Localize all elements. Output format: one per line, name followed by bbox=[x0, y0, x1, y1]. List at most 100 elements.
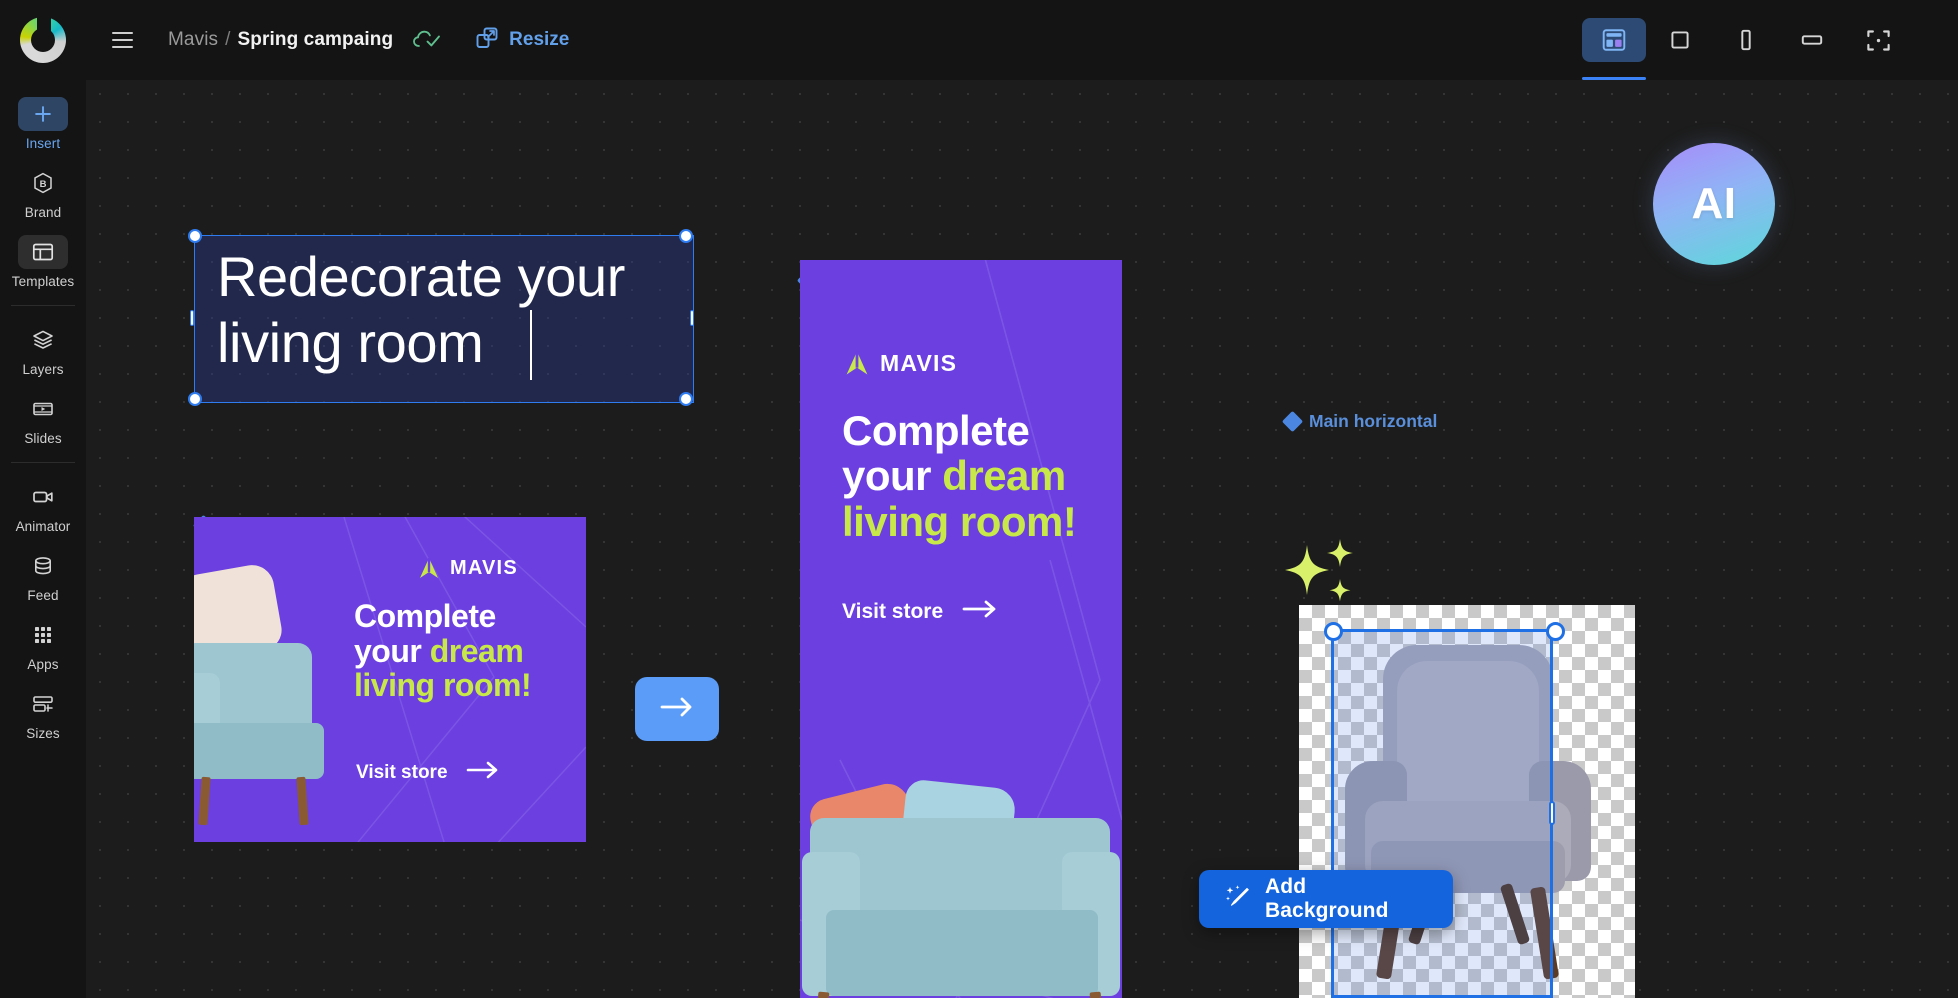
design-canvas[interactable]: Redecorate your living room Main square bbox=[86, 80, 1958, 998]
artboard-label-main-horizontal[interactable]: Main horizontal bbox=[1281, 410, 1438, 433]
resize-handle-right-middle[interactable] bbox=[690, 310, 694, 326]
view-mode-tabs bbox=[1582, 0, 1958, 80]
sidebar-divider bbox=[11, 305, 75, 306]
mavis-a-mark-icon bbox=[842, 348, 872, 378]
sidebar-item-label: Sizes bbox=[26, 726, 60, 741]
add-background-button[interactable]: Add Background bbox=[1199, 870, 1453, 928]
vertical-headline-line2-prefix: your bbox=[842, 452, 943, 500]
breadcrumb-current[interactable]: Spring campaing bbox=[238, 29, 394, 51]
square-card-brand-name: MAVIS bbox=[450, 556, 518, 579]
database-feed-icon bbox=[18, 549, 68, 583]
sidebar-item-insert[interactable]: Insert bbox=[0, 92, 86, 155]
image-resize-handle-top-left[interactable] bbox=[1324, 622, 1343, 641]
magic-wand-icon bbox=[1225, 884, 1251, 915]
vertical-card-brand: MAVIS bbox=[842, 348, 957, 378]
vertical-headline-line2-accent: dream bbox=[942, 452, 1066, 500]
resize-handle-left-middle[interactable] bbox=[190, 310, 194, 326]
image-resize-handle-right-middle[interactable] bbox=[1549, 801, 1555, 825]
selection-rectangle[interactable] bbox=[1331, 629, 1553, 998]
sidebar-item-label: Brand bbox=[24, 205, 62, 220]
brand-hexagon-b-icon: B bbox=[18, 166, 68, 200]
sidebar-item-layers[interactable]: Layers bbox=[0, 318, 86, 381]
hamburger-menu-icon[interactable] bbox=[102, 20, 142, 60]
arrow-right-icon bbox=[466, 760, 500, 785]
sidebar-item-brand[interactable]: B Brand bbox=[0, 161, 86, 224]
sidebar-item-label: Slides bbox=[24, 431, 62, 446]
resize-button[interactable]: Resize bbox=[471, 21, 573, 60]
resize-handle-top-right[interactable] bbox=[679, 229, 693, 243]
sidebar-item-feed[interactable]: Feed bbox=[0, 544, 86, 607]
resize-icon bbox=[475, 26, 499, 55]
ai-assistant-badge[interactable]: AI bbox=[1653, 143, 1775, 265]
tab-horizontal[interactable] bbox=[1780, 18, 1844, 62]
headline-text-editor[interactable]: Redecorate your living room bbox=[194, 235, 694, 403]
templates-layout-icon bbox=[18, 235, 68, 269]
vertical-cta-label: Visit store bbox=[842, 599, 944, 623]
sidebar-item-templates[interactable]: Templates bbox=[0, 230, 86, 293]
ai-badge-label: AI bbox=[1691, 179, 1737, 228]
arrow-right-icon bbox=[961, 598, 999, 625]
vertical-card-brand-name: MAVIS bbox=[880, 349, 958, 376]
breadcrumb-parent[interactable]: Mavis bbox=[168, 29, 218, 51]
square-headline-line2-prefix: your bbox=[354, 632, 430, 669]
vertical-headline-line3: living room! bbox=[842, 497, 1077, 545]
svg-text:B: B bbox=[40, 179, 47, 190]
sidebar-item-sizes[interactable]: Sizes bbox=[0, 682, 86, 745]
artboard-label-text: Main horizontal bbox=[1309, 411, 1438, 431]
slides-filmstrip-icon bbox=[18, 392, 68, 426]
top-bar: Mavis / Spring campaing Resize bbox=[0, 0, 1958, 80]
sidebar-item-apps[interactable]: Apps bbox=[0, 613, 86, 676]
tab-fit-screen[interactable] bbox=[1846, 18, 1910, 62]
resize-handle-top-left[interactable] bbox=[188, 229, 202, 243]
mavis-a-mark-icon bbox=[416, 555, 442, 581]
diamond-icon bbox=[1281, 410, 1304, 433]
sidebar-divider bbox=[11, 462, 75, 463]
next-variant-button[interactable] bbox=[635, 677, 719, 741]
resize-handle-bottom-right[interactable] bbox=[679, 392, 693, 406]
vertical-card-cta[interactable]: Visit store bbox=[842, 598, 999, 625]
chair-image-selection[interactable] bbox=[1299, 605, 1635, 998]
square-card-cta[interactable]: Visit store bbox=[356, 760, 500, 785]
sidebar-item-slides[interactable]: Slides bbox=[0, 387, 86, 450]
app-logo[interactable] bbox=[0, 0, 86, 80]
plus-icon bbox=[18, 97, 68, 131]
sidebar-item-label: Insert bbox=[25, 136, 61, 151]
sidebar-item-animator[interactable]: Animator bbox=[0, 475, 86, 538]
tab-square[interactable] bbox=[1648, 18, 1712, 62]
cloud-saved-icon bbox=[413, 29, 443, 51]
square-headline-line3: living room! bbox=[354, 667, 532, 704]
breadcrumb: Mavis / Spring campaing bbox=[168, 29, 393, 51]
sidebar-item-label: Layers bbox=[22, 362, 64, 377]
square-artboard[interactable]: MAVIS Complete your dream living room! V… bbox=[194, 517, 586, 842]
video-camera-icon bbox=[18, 480, 68, 514]
sofa-illustration bbox=[802, 760, 1122, 998]
sofa-illustration bbox=[194, 561, 358, 842]
tab-multi-layout[interactable] bbox=[1582, 18, 1646, 80]
left-sidebar: Insert B Brand Templates Layers Slides A… bbox=[0, 80, 86, 998]
text-caret bbox=[530, 310, 532, 380]
artboard-main-vertical[interactable]: MAVIS Complete your dream living room! V… bbox=[800, 260, 1122, 998]
vertical-card-headline: Complete your dream living room! bbox=[842, 408, 1112, 544]
headline-text-value: Redecorate your living room bbox=[217, 245, 626, 375]
breadcrumb-separator: / bbox=[225, 29, 231, 50]
square-headline-line2-accent: dream bbox=[429, 632, 524, 669]
sparkle-decoration[interactable] bbox=[1281, 535, 1361, 611]
square-card-brand: MAVIS bbox=[416, 555, 518, 581]
sidebar-item-label: Templates bbox=[11, 274, 75, 289]
resize-label: Resize bbox=[509, 29, 570, 50]
sizes-icon bbox=[18, 687, 68, 721]
brand-donut-logo-icon bbox=[20, 14, 66, 63]
arrow-right-icon bbox=[656, 695, 698, 724]
square-headline-line1: Complete bbox=[354, 598, 496, 634]
sidebar-item-label: Apps bbox=[27, 657, 59, 672]
grid-apps-icon bbox=[18, 618, 68, 652]
tab-vertical[interactable] bbox=[1714, 18, 1778, 62]
layers-stack-icon bbox=[18, 323, 68, 357]
add-background-label: Add Background bbox=[1265, 875, 1389, 922]
sidebar-item-label: Feed bbox=[27, 588, 59, 603]
square-cta-label: Visit store bbox=[356, 761, 448, 783]
resize-handle-bottom-left[interactable] bbox=[188, 392, 202, 406]
sidebar-item-label: Animator bbox=[15, 519, 71, 534]
vertical-headline-line1: Complete bbox=[842, 407, 1030, 454]
image-resize-handle-top-right[interactable] bbox=[1546, 622, 1565, 641]
